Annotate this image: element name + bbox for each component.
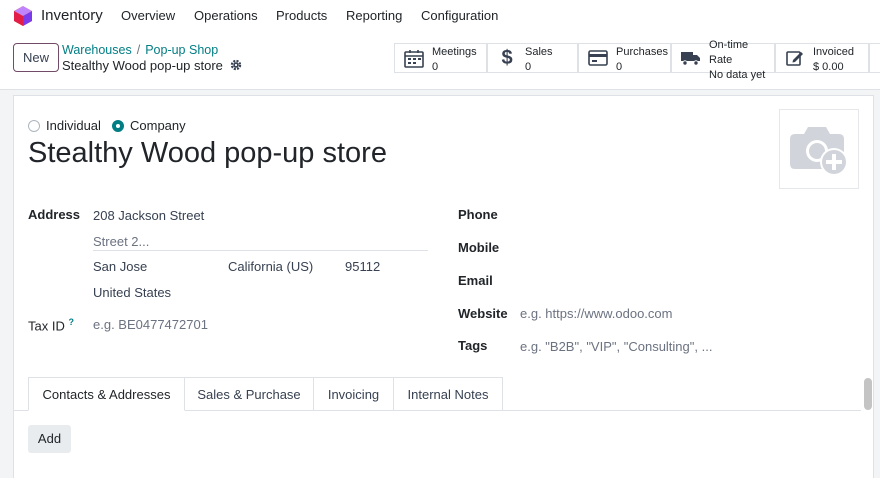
invoiced-smart-button[interactable]: Invoiced $ 0.00 <box>775 43 869 73</box>
website-field[interactable]: e.g. https://www.odoo.com <box>520 306 672 321</box>
zip-field[interactable]: 95112 <box>345 259 380 274</box>
tags-field[interactable]: e.g. "B2B", "VIP", "Consulting", ... <box>520 339 712 354</box>
menu-products[interactable]: Products <box>276 8 327 23</box>
email-label: Email <box>458 273 493 288</box>
truck-icon <box>680 48 702 68</box>
website-label: Website <box>458 306 508 321</box>
sales-count: 0 <box>525 61 532 73</box>
dollar-icon: $ <box>501 46 513 69</box>
menu-operations[interactable]: Operations <box>194 8 258 23</box>
phone-label: Phone <box>458 207 498 222</box>
inventory-app-icon[interactable] <box>14 6 32 26</box>
purchases-smart-button[interactable]: Purchases 0 <box>578 43 671 73</box>
radio-individual[interactable]: Individual <box>28 118 101 133</box>
tags-label: Tags <box>458 338 488 353</box>
breadcrumb-separator: / <box>136 43 141 57</box>
credit-card-icon <box>587 48 609 68</box>
record-title: Stealthy Wood pop-up store <box>62 58 223 73</box>
street2-underline <box>93 250 428 251</box>
gear-icon[interactable] <box>230 59 242 71</box>
radio-button-checked[interactable] <box>112 119 124 132</box>
meetings-label: Meetings <box>432 46 477 58</box>
mobile-label: Mobile <box>458 240 500 255</box>
tax-id-label: Tax ID ? <box>28 317 74 333</box>
app-name[interactable]: Inventory <box>41 7 103 24</box>
address-label: Address <box>28 207 81 222</box>
tab-invoicing[interactable]: Invoicing <box>314 377 394 411</box>
tab-internal-notes[interactable]: Internal Notes <box>394 377 503 411</box>
avatar-upload[interactable] <box>779 109 859 189</box>
meetings-count: 0 <box>432 61 439 73</box>
breadcrumb-warehouses[interactable]: Warehouses <box>62 43 132 57</box>
invoiced-label: Invoiced <box>813 46 854 58</box>
breadcrumb-popup-shop[interactable]: Pop-up Shop <box>145 43 218 57</box>
breadcrumb: Warehouses / Pop-up Shop <box>62 43 218 57</box>
scrollbar-thumb[interactable] <box>864 378 872 410</box>
invoice-edit-icon <box>784 48 806 68</box>
top-navbar: Inventory Overview Operations Products R… <box>0 0 880 32</box>
ontime-rate-label: On-time Rate <box>709 38 749 66</box>
calendar-icon <box>403 48 425 68</box>
city-field[interactable]: San Jose <box>93 259 147 274</box>
meetings-smart-button[interactable]: Meetings 0 <box>394 43 487 73</box>
street-field[interactable]: 208 Jackson Street <box>93 208 204 223</box>
tab-sales-purchase[interactable]: Sales & Purchase <box>185 377 314 411</box>
add-contact-button[interactable]: Add <box>28 425 71 453</box>
country-field[interactable]: United States <box>93 285 171 300</box>
tab-contacts-addresses[interactable]: Contacts & Addresses <box>28 377 185 411</box>
tax-id-field[interactable]: e.g. BE0477472701 <box>93 317 208 332</box>
company-name-field[interactable]: Stealthy Wood pop-up store <box>28 137 387 170</box>
radio-company[interactable]: Company <box>112 118 186 133</box>
ontime-rate-smart-button[interactable]: On-time Rate No data yet <box>671 39 775 81</box>
radio-company-label: Company <box>130 118 186 133</box>
sales-smart-button[interactable]: $ Sales 0 <box>487 43 578 73</box>
new-button[interactable]: New <box>13 43 59 72</box>
sales-label: Sales <box>525 46 553 58</box>
menu-overview[interactable]: Overview <box>121 8 175 23</box>
control-panel: New Warehouses / Pop-up Shop Stealthy Wood… <box>0 32 880 90</box>
radio-button[interactable] <box>28 119 40 132</box>
radio-individual-label: Individual <box>46 118 101 133</box>
purchases-label: Purchases <box>616 46 668 58</box>
more-smart-button[interactable] <box>869 43 880 73</box>
ontime-rate-value: No data yet <box>709 68 766 81</box>
help-tooltip-icon[interactable]: ? <box>68 317 74 327</box>
camera-add-icon <box>790 127 848 176</box>
invoiced-amount: $ 0.00 <box>813 61 844 73</box>
street2-field[interactable]: Street 2... <box>93 234 149 249</box>
menu-configuration[interactable]: Configuration <box>421 8 498 23</box>
state-field[interactable]: California (US) <box>228 259 313 274</box>
menu-reporting[interactable]: Reporting <box>346 8 402 23</box>
tax-id-label-text: Tax ID <box>28 318 65 334</box>
purchases-count: 0 <box>616 61 623 73</box>
